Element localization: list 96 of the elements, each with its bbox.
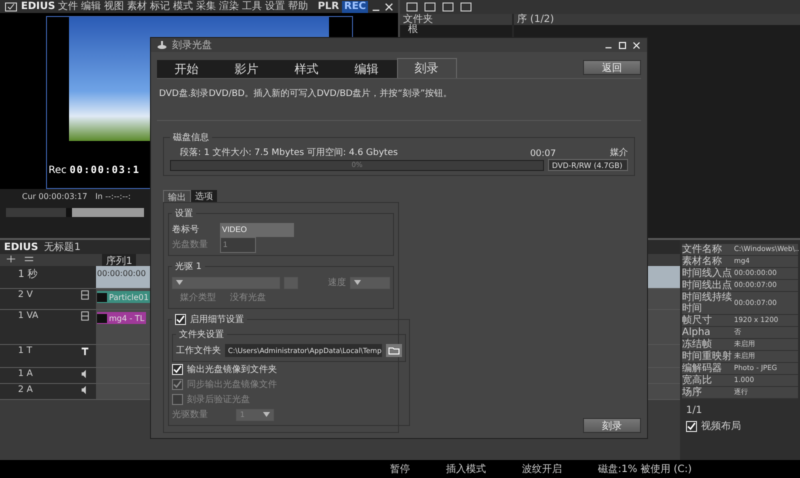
tab[interactable]: 选项 <box>191 190 217 202</box>
dialog-title: 刻录光盘 <box>172 38 212 52</box>
menu-item[interactable]: 文件 <box>58 0 78 12</box>
menu-item[interactable]: 编辑 <box>81 0 102 12</box>
disc-summary: 段落: 1 文件大小: 7.5 Mbytes 可用空间: 4.6 Gbytes <box>179 146 399 159</box>
track-name: 1 T <box>18 346 32 358</box>
track-name: 2 A <box>18 385 33 397</box>
timecode: 00:00:03:1 <box>70 165 140 176</box>
disc-icon <box>157 40 167 50</box>
field-label: 卷标号 <box>172 224 200 236</box>
property-name: Alpha <box>682 327 712 338</box>
app-logo-icon[interactable] <box>4 0 18 12</box>
track-header[interactable]: 1 T <box>0 345 96 367</box>
field-label: 光驱数量 <box>172 408 209 421</box>
track-name: 1 VA <box>18 311 38 323</box>
page-count: 1/1 <box>686 405 704 416</box>
film-icon[interactable] <box>80 290 90 300</box>
mode-indicator[interactable]: PLR <box>318 0 340 12</box>
status-item: 插入模式 <box>446 462 486 476</box>
panel-header: 序 (1/2) <box>514 14 800 25</box>
burn-button[interactable]: 刻录 <box>583 418 641 433</box>
field-label: 光盘数量 <box>172 238 209 251</box>
tab[interactable]: 输出 <box>163 190 191 202</box>
group-title: 磁盘信息 <box>172 132 210 144</box>
property-name: 冻结帧 <box>682 339 713 350</box>
track-header[interactable]: 2 V <box>0 289 96 309</box>
tab[interactable]: 刻录 <box>397 58 457 78</box>
property-name: 时间线持续时间 <box>682 292 733 314</box>
track-name: 1 A <box>18 369 33 381</box>
back-button[interactable]: 返回 <box>583 60 641 75</box>
status-item: 磁盘:1% 被使用 (C:) <box>598 462 692 476</box>
tab[interactable]: 样式 <box>277 60 337 78</box>
film-icon[interactable] <box>80 311 90 321</box>
field-value: 没有光盘 <box>230 292 266 304</box>
browse-folder-button[interactable] <box>386 344 402 357</box>
track-header[interactable]: 2 A <box>0 384 96 399</box>
property-name: 时间线出点 <box>682 280 733 291</box>
description-text: DVD盘.刻录DVD/BD。插入新的可写入DVD/BD盘片，并按“刻录”按钮。 <box>157 79 641 121</box>
caret-icon <box>354 280 361 285</box>
maximize-icon[interactable] <box>618 40 627 50</box>
menu-item[interactable]: 工具 <box>242 0 262 12</box>
timecode-label: Rec <box>48 165 67 176</box>
media-label: 媒介 <box>610 146 628 159</box>
status-item: 波纹开启 <box>522 462 562 476</box>
tab[interactable]: 影片 <box>217 60 277 78</box>
track-header[interactable]: 1 A <box>0 368 96 383</box>
menu-item[interactable]: 素材 <box>127 0 148 12</box>
panel-header: 文件夹 <box>400 14 512 25</box>
close-icon[interactable] <box>384 2 394 12</box>
volume-label-field[interactable]: VIDEO <box>220 222 294 236</box>
layout-item[interactable]: 视频布局 <box>701 419 741 433</box>
property-name: 编解码器 <box>682 363 723 374</box>
current-timecode: Cur 00:00:03:17 <box>22 192 88 202</box>
track-name: 2 V <box>18 290 33 302</box>
caret-icon <box>176 280 183 285</box>
ruler-timecode: 00:00:00:00 <box>97 269 146 278</box>
close-icon[interactable] <box>632 40 641 50</box>
tab[interactable]: 编辑 <box>337 60 397 78</box>
duration: 00:07 <box>530 149 556 159</box>
mode-indicator[interactable]: REC <box>342 0 368 12</box>
menu-item[interactable]: 帮助 <box>288 0 308 12</box>
field-label: 速度 <box>328 276 346 289</box>
menu-item[interactable]: 设置 <box>265 0 286 12</box>
menu-item[interactable]: 渲染 <box>219 0 240 12</box>
menu-item[interactable]: 采集 <box>196 0 216 12</box>
app-name: EDIUS <box>21 0 56 12</box>
property-name: 时间线入点 <box>682 268 733 279</box>
field-label: 工作文件夹 <box>176 344 221 357</box>
menu-item[interactable]: 视图 <box>104 0 124 12</box>
sequence-tab[interactable]: 序列1 <box>102 254 136 266</box>
property-name: 文件名称 <box>682 244 723 255</box>
title-track-icon[interactable] <box>80 346 90 356</box>
field-label: 媒介类型 <box>180 292 216 304</box>
property-name: 素材名称 <box>682 256 723 267</box>
menu-item[interactable]: 标记 <box>150 0 170 12</box>
property-name: 时间重映射 <box>682 351 733 362</box>
group-title: 设置 <box>174 208 194 220</box>
time-scale[interactable]: 1 秒 <box>18 267 38 288</box>
checkbox-label[interactable]: 启用细节设置 <box>190 313 244 326</box>
caret-icon <box>263 412 270 417</box>
folder-item[interactable]: 根 <box>400 25 426 35</box>
property-name: 场序 <box>682 387 703 398</box>
track-header[interactable]: 1 VA <box>0 310 96 344</box>
group-title: 文件夹设置 <box>178 328 225 341</box>
project-name: 无标题1 <box>44 240 81 254</box>
app-name: EDIUS <box>4 242 38 252</box>
group-title: 光驱 1 <box>174 260 203 273</box>
tab[interactable]: 开始 <box>157 60 217 78</box>
property-name: 帧尺寸 <box>682 315 713 326</box>
property-name: 宽高比 <box>682 375 713 386</box>
checkbox-label[interactable]: 输出光盘镜像到文件夹 <box>187 363 277 376</box>
timeline-clip[interactable]: mg4 - TL <box>97 312 146 324</box>
status-item: 暂停 <box>390 462 410 476</box>
menu-item[interactable]: 模式 <box>173 0 194 12</box>
in-point-timecode: In --:--:--: <box>95 192 131 202</box>
scrub-bar[interactable] <box>6 208 144 218</box>
